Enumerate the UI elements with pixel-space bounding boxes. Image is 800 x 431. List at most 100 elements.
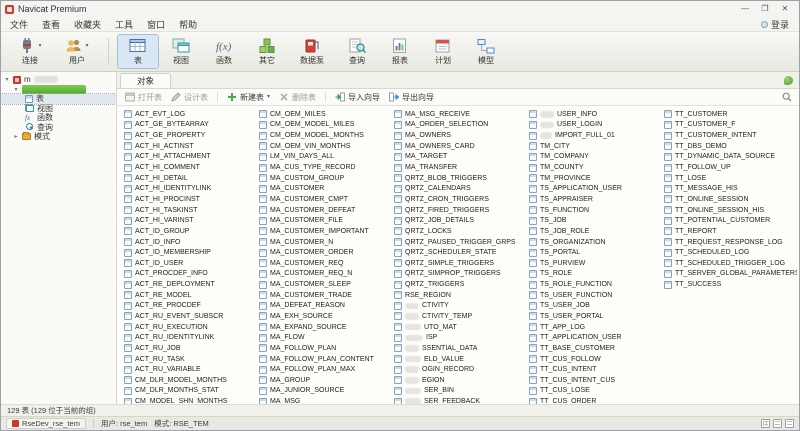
menu-window[interactable]: 窗口 [140,17,172,31]
table-item[interactable]: TT_ONLINE_SESSION_HIS [662,205,797,216]
table-item[interactable]: ACT_RU_EXECUTION [122,322,257,333]
table-item[interactable]: TT_MESSAGE_HIS [662,183,797,194]
table-item[interactable]: MA_CUSTOMER_TRADE [257,290,392,301]
sidebar-item-views[interactable]: 视图 [1,104,116,114]
table-item[interactable]: OGIN_RECORD [392,364,527,375]
table-item[interactable]: TT_SUCCESS [662,279,797,290]
table-item[interactable]: TT_CUS_ORDER [527,396,662,404]
table-item[interactable]: MA_CUS_TYPE_RECORD [257,162,392,173]
table-item[interactable]: ACT_RE_DEPLOYMENT [122,279,257,290]
table-item[interactable]: MA_FOLLOW_PLAN_MAX [257,364,392,375]
table-item[interactable]: ACT_RU_VARIABLE [122,364,257,375]
tree-connection[interactable]: ▾ m [1,75,116,85]
table-item[interactable]: MA_FLOW [257,332,392,343]
import-wizard-button[interactable]: 导入向导 [335,92,380,103]
table-item[interactable]: TS_PURVIEW [527,258,662,269]
table-item[interactable]: SER_FEEDBACK [392,396,527,404]
table-item[interactable]: ACT_HI_PROCINST [122,194,257,205]
table-item[interactable]: ACT_RE_MODEL [122,290,257,301]
table-item[interactable]: ACT_ID_MEMBERSHIP [122,247,257,258]
table-item[interactable]: ACT_RU_IDENTITYLINK [122,332,257,343]
table-item[interactable]: ACT_RE_PROCDEF [122,301,257,312]
table-item[interactable]: MA_TRANSFER [392,162,527,173]
table-item[interactable]: TM_COUNTY [527,162,662,173]
table-item[interactable]: TT_ONLINE_SESSION [662,194,797,205]
toolbar-datapump-button[interactable]: 数据泵 [289,34,335,69]
design-table-button[interactable]: 设计表 [171,92,208,103]
table-item[interactable]: TS_FUNCTION [527,205,662,216]
tab-objects[interactable]: 对象 [120,73,172,88]
table-item[interactable]: IMPORT_FULL_01 [527,130,662,141]
table-item[interactable]: QRTZ_TRIGGERS [392,279,527,290]
table-item[interactable]: TT_BASE_CUSTOMER [527,343,662,354]
table-item[interactable]: MA_CUSTOMER_REQ [257,258,392,269]
table-item[interactable]: TT_CUSTOMER_INTENT [662,130,797,141]
table-item[interactable]: MA_JUNIOR_SOURCE [257,386,392,397]
toolbar-function-button[interactable]: f(x) 函数 [203,34,245,69]
minimize-button[interactable]: — [735,2,755,16]
table-item[interactable]: ACT_HI_VARINST [122,215,257,226]
table-item[interactable]: MA_CUSTOMER_CMPT [257,194,392,205]
table-item[interactable]: ACT_ID_USER [122,258,257,269]
table-item[interactable]: TT_APP_LOG [527,322,662,333]
table-item[interactable]: TT_SERVER_GLOBAL_PARAMETERS [662,269,797,280]
table-item[interactable]: ISP [392,332,527,343]
user-button[interactable]: ▾ 用户 [54,34,100,69]
toolbar-model-button[interactable]: 模型 [465,34,507,69]
table-item[interactable]: QRTZ_CALENDARS [392,183,527,194]
tree-schema[interactable]: ▾ [1,85,116,95]
maximize-button[interactable]: ❐ [755,2,775,16]
table-item[interactable]: CTIVITY_TEMP [392,311,527,322]
table-item[interactable]: MA_CUSTOM_GROUP [257,173,392,184]
table-item[interactable]: RSE_REGION [392,290,527,301]
open-table-button[interactable]: 打开表 [125,92,162,103]
connection-badge[interactable]: RseDev_rse_tem [6,418,86,429]
table-item[interactable]: CM_DLR_MODEL_MONTHS [122,375,257,386]
table-item[interactable]: TT_CUS_LOSE [527,386,662,397]
table-item[interactable]: MA_MSG_RECEIVE [392,109,527,120]
menu-tools[interactable]: 工具 [108,17,140,31]
table-item[interactable]: TS_USER_JOB [527,301,662,312]
table-item[interactable]: TT_DYNAMIC_DATA_SOURCE [662,152,797,163]
table-item[interactable]: MA_CUSTOMER_REQ_N [257,269,392,280]
table-item[interactable]: TS_JOB [527,215,662,226]
table-item[interactable]: ACT_PROCDEF_INFO [122,269,257,280]
table-item[interactable]: TS_USER_FUNCTION [527,290,662,301]
table-item[interactable]: CTIVITY [392,301,527,312]
table-item[interactable]: QRTZ_SIMPLE_TRIGGERS [392,258,527,269]
connection-button[interactable]: ▾ 连接 [7,34,53,69]
table-item[interactable]: MA_TARGET [392,152,527,163]
table-item[interactable]: QRTZ_FIRED_TRIGGERS [392,205,527,216]
table-item[interactable]: TT_APPLICATION_USER [527,332,662,343]
table-item[interactable]: MA_CUSTOMER_FILE [257,215,392,226]
table-item[interactable]: QRTZ_LOCKS [392,226,527,237]
table-item[interactable]: TT_CUS_FOLLOW [527,354,662,365]
menu-help[interactable]: 帮助 [172,17,204,31]
table-item[interactable]: MA_OWNERS_CARD [392,141,527,152]
table-item[interactable]: TM_CITY [527,141,662,152]
table-item[interactable]: TM_PROVINCE [527,173,662,184]
new-table-button[interactable]: 新建表 ▾ [227,92,270,103]
table-item[interactable]: TT_SCHEDULED_TRIGGER_LOG [662,258,797,269]
menu-favorites[interactable]: 收藏夹 [67,17,108,31]
table-item[interactable]: CM_OEM_MODEL_MONTHS [257,130,392,141]
table-item[interactable]: TM_COMPANY [527,152,662,163]
table-item[interactable]: ACT_HI_IDENTITYLINK [122,183,257,194]
sidebar-item-queries[interactable]: 查询 [1,123,116,133]
close-button[interactable]: ✕ [775,2,795,16]
table-item[interactable]: CM_MODEL_SHN_MONTHS [122,396,257,404]
table-item[interactable]: MA_CUSTOMER_DEFEAT [257,205,392,216]
table-item[interactable]: TT_POTENTIAL_CUSTOMER [662,215,797,226]
table-item[interactable]: TS_APPRAISER [527,194,662,205]
table-item[interactable]: QRTZ_PAUSED_TRIGGER_GRPS [392,237,527,248]
table-item[interactable]: ELD_VALUE [392,354,527,365]
table-item[interactable]: EGION [392,375,527,386]
table-item[interactable]: QRTZ_SIMPROP_TRIGGERS [392,269,527,280]
table-item[interactable]: MA_CUSTOMER_N [257,237,392,248]
detail-view-toggle-icon[interactable] [785,419,794,428]
table-item[interactable]: CM_OEM_MILES [257,109,392,120]
table-item[interactable]: TT_CUS_INTENT_CUS [527,375,662,386]
table-item[interactable]: ACT_RU_EVENT_SUBSCR [122,311,257,322]
table-item[interactable]: ACT_HI_TASKINST [122,205,257,216]
table-item[interactable]: MA_EXPAND_SOURCE [257,322,392,333]
